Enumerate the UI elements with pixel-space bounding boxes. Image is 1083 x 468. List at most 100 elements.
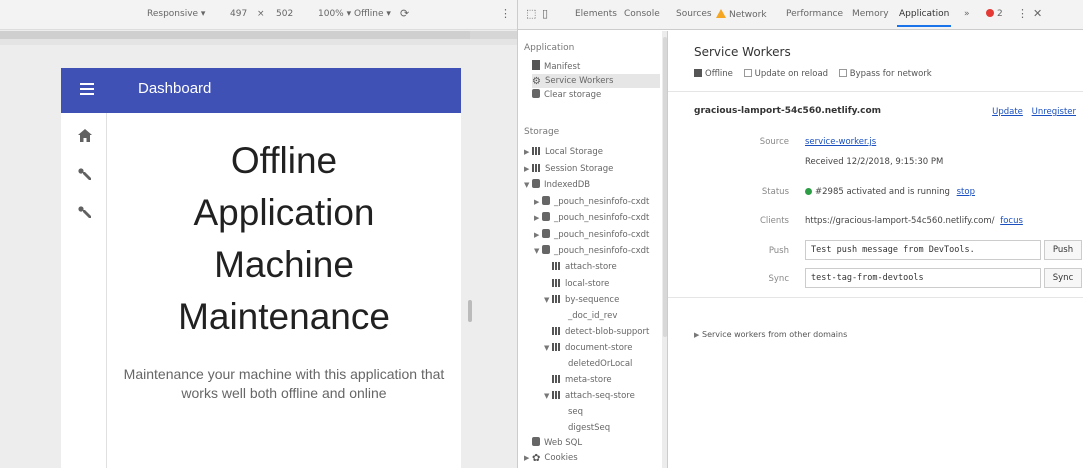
- collapse-arrow-icon[interactable]: ▼: [544, 341, 552, 355]
- database-icon: [532, 179, 540, 188]
- push-label: Push: [768, 246, 789, 256]
- tab-performance[interactable]: Performance: [786, 9, 843, 19]
- sidebar-item-object-store[interactable]: ▼ document-store: [544, 341, 632, 355]
- sidebar-item-label: attach-seq-store: [565, 391, 635, 401]
- inspect-icon[interactable]: ⬚: [526, 7, 536, 20]
- error-icon: [986, 9, 994, 17]
- sidebar-item-session-storage[interactable]: ▶ Session Storage: [524, 162, 613, 176]
- collapse-arrow-icon[interactable]: ▼: [544, 293, 552, 307]
- collapse-arrow-icon[interactable]: ▼: [524, 178, 532, 192]
- wrench-icon[interactable]: [77, 168, 93, 184]
- error-counter[interactable]: 2: [986, 9, 1003, 19]
- bypass-network-checkbox[interactable]: Bypass for network: [838, 69, 932, 79]
- tab-network[interactable]: Network: [716, 9, 767, 20]
- update-on-reload-checkbox[interactable]: Update on reload: [743, 69, 828, 79]
- other-domains-toggle[interactable]: ▶ Service workers from other domains: [694, 330, 847, 339]
- sidebar-item-service-workers[interactable]: ⚙ Service Workers: [532, 74, 660, 88]
- sidebar-item-database[interactable]: ▶ _pouch_nesinfofo-cxdt: [534, 195, 649, 209]
- warning-icon: [716, 9, 726, 18]
- sidebar-item-label: attach-store: [565, 262, 617, 272]
- sync-input[interactable]: test-tag-from-devtools: [805, 268, 1041, 288]
- expand-arrow-icon[interactable]: ▶: [524, 162, 532, 176]
- sidebar-item-object-store[interactable]: attach-store: [552, 260, 617, 274]
- expand-arrow-icon[interactable]: ▶: [534, 195, 542, 209]
- option-label: Offline: [705, 69, 733, 79]
- expand-arrow-icon[interactable]: ▶: [524, 145, 532, 159]
- sidebar-item-indexeddb[interactable]: ▼ IndexedDB: [524, 178, 590, 192]
- grid-icon: [532, 147, 541, 155]
- tab-memory[interactable]: Memory: [852, 9, 889, 19]
- sidebar-item-database[interactable]: ▶ _pouch_nesinfofo-cxdt: [534, 228, 649, 242]
- sidebar-item-index[interactable]: digestSeq: [568, 421, 610, 435]
- wrench-icon[interactable]: [77, 206, 93, 222]
- tab-sources[interactable]: Sources: [676, 9, 712, 19]
- push-input[interactable]: Test push message from DevTools.: [805, 240, 1041, 260]
- close-icon[interactable]: ✕: [1033, 7, 1042, 20]
- rotate-icon[interactable]: ⟳: [400, 7, 409, 20]
- sidebar-item-web-sql[interactable]: Web SQL: [532, 436, 582, 450]
- sidebar-item-database[interactable]: ▶ _pouch_nesinfofo-cxdt: [534, 211, 649, 225]
- sidebar-item-object-store[interactable]: local-store: [552, 277, 609, 291]
- tab-elements[interactable]: Elements: [575, 9, 617, 19]
- service-workers-pane: Service Workers Offline Update on reload…: [668, 31, 1083, 468]
- device-emulator: Responsive ▾ 497 × 502 100% ▾ Offline ▾ …: [0, 0, 517, 468]
- checkbox-icon: [743, 69, 752, 77]
- push-button[interactable]: Push: [1044, 240, 1082, 260]
- sidebar-item-local-storage[interactable]: ▶ Local Storage: [524, 145, 603, 159]
- expand-arrow-icon[interactable]: ▶: [534, 211, 542, 225]
- collapse-arrow-icon[interactable]: ▼: [534, 244, 542, 258]
- times-sign: ×: [257, 9, 265, 19]
- stop-link[interactable]: stop: [957, 187, 975, 197]
- sidebar-item-label: by-sequence: [565, 295, 620, 305]
- status-text: #2985 activated and is running: [815, 187, 950, 197]
- kebab-icon[interactable]: ⋮: [1017, 7, 1028, 20]
- sidebar-item-object-store[interactable]: meta-store: [552, 373, 612, 387]
- device-toggle-icon[interactable]: ▯: [542, 7, 548, 20]
- hero-title-line: Maintenance: [178, 296, 390, 337]
- sidebar-item-label: _pouch_nesinfofo-cxdt: [554, 213, 650, 223]
- app-bar: Dashboard: [61, 68, 461, 113]
- sidebar-item-object-store[interactable]: ▼ attach-seq-store: [544, 389, 635, 403]
- focus-link[interactable]: focus: [1000, 216, 1023, 226]
- more-tabs[interactable]: »: [964, 9, 970, 19]
- grid-icon: [552, 327, 561, 335]
- collapse-arrow-icon[interactable]: ▼: [544, 389, 552, 403]
- application-sidebar: Application Manifest ⚙ Service Workers Cl…: [518, 31, 668, 468]
- home-icon[interactable]: [77, 129, 93, 145]
- resize-handle[interactable]: [468, 300, 472, 322]
- grid-icon: [532, 164, 541, 172]
- sync-button[interactable]: Sync: [1044, 268, 1082, 288]
- zoom-select[interactable]: 100% ▾: [318, 9, 351, 19]
- update-link[interactable]: Update: [992, 107, 1023, 117]
- error-count: 2: [997, 9, 1003, 19]
- kebab-icon[interactable]: ⋮: [500, 7, 511, 20]
- sidebar-item-label: Web SQL: [544, 438, 583, 448]
- sidebar-item-index[interactable]: deletedOrLocal: [568, 357, 632, 371]
- scrollbar-thumb[interactable]: [663, 37, 667, 337]
- clients-value: https://gracious-lamport-54c560.netlify.…: [805, 216, 1023, 226]
- width-input[interactable]: 497: [230, 9, 247, 19]
- tab-application[interactable]: Application: [896, 9, 952, 27]
- menu-icon[interactable]: [80, 83, 94, 95]
- source-link[interactable]: service-worker.js: [805, 137, 876, 147]
- hero-title-line: Machine: [214, 244, 354, 285]
- offline-checkbox[interactable]: Offline: [694, 69, 733, 79]
- checkbox-icon: [838, 69, 847, 77]
- tab-console[interactable]: Console: [624, 9, 660, 19]
- sidebar-item-index[interactable]: _doc_id_rev: [568, 309, 617, 323]
- sidebar-item-cookies[interactable]: ▶ ✿ Cookies: [524, 451, 578, 465]
- height-input[interactable]: 502: [276, 9, 293, 19]
- unregister-link[interactable]: Unregister: [1032, 107, 1076, 117]
- sidebar-item-database[interactable]: ▼ _pouch_nesinfofo-cxdt: [534, 244, 649, 258]
- network-select[interactable]: Offline ▾: [354, 9, 391, 19]
- expand-arrow-icon[interactable]: ▶: [534, 228, 542, 242]
- checkbox-checked-icon: [694, 69, 702, 77]
- sidebar-item-manifest[interactable]: Manifest: [532, 60, 660, 74]
- sidebar-item-object-store[interactable]: ▼ by-sequence: [544, 293, 619, 307]
- other-domains-label: Service workers from other domains: [702, 330, 848, 339]
- sidebar-item-clear-storage[interactable]: Clear storage: [532, 88, 660, 102]
- expand-arrow-icon[interactable]: ▶: [524, 451, 532, 465]
- device-select[interactable]: Responsive ▾: [147, 9, 205, 19]
- sidebar-item-object-store[interactable]: detect-blob-support: [552, 325, 649, 339]
- sidebar-item-index[interactable]: seq: [568, 405, 583, 419]
